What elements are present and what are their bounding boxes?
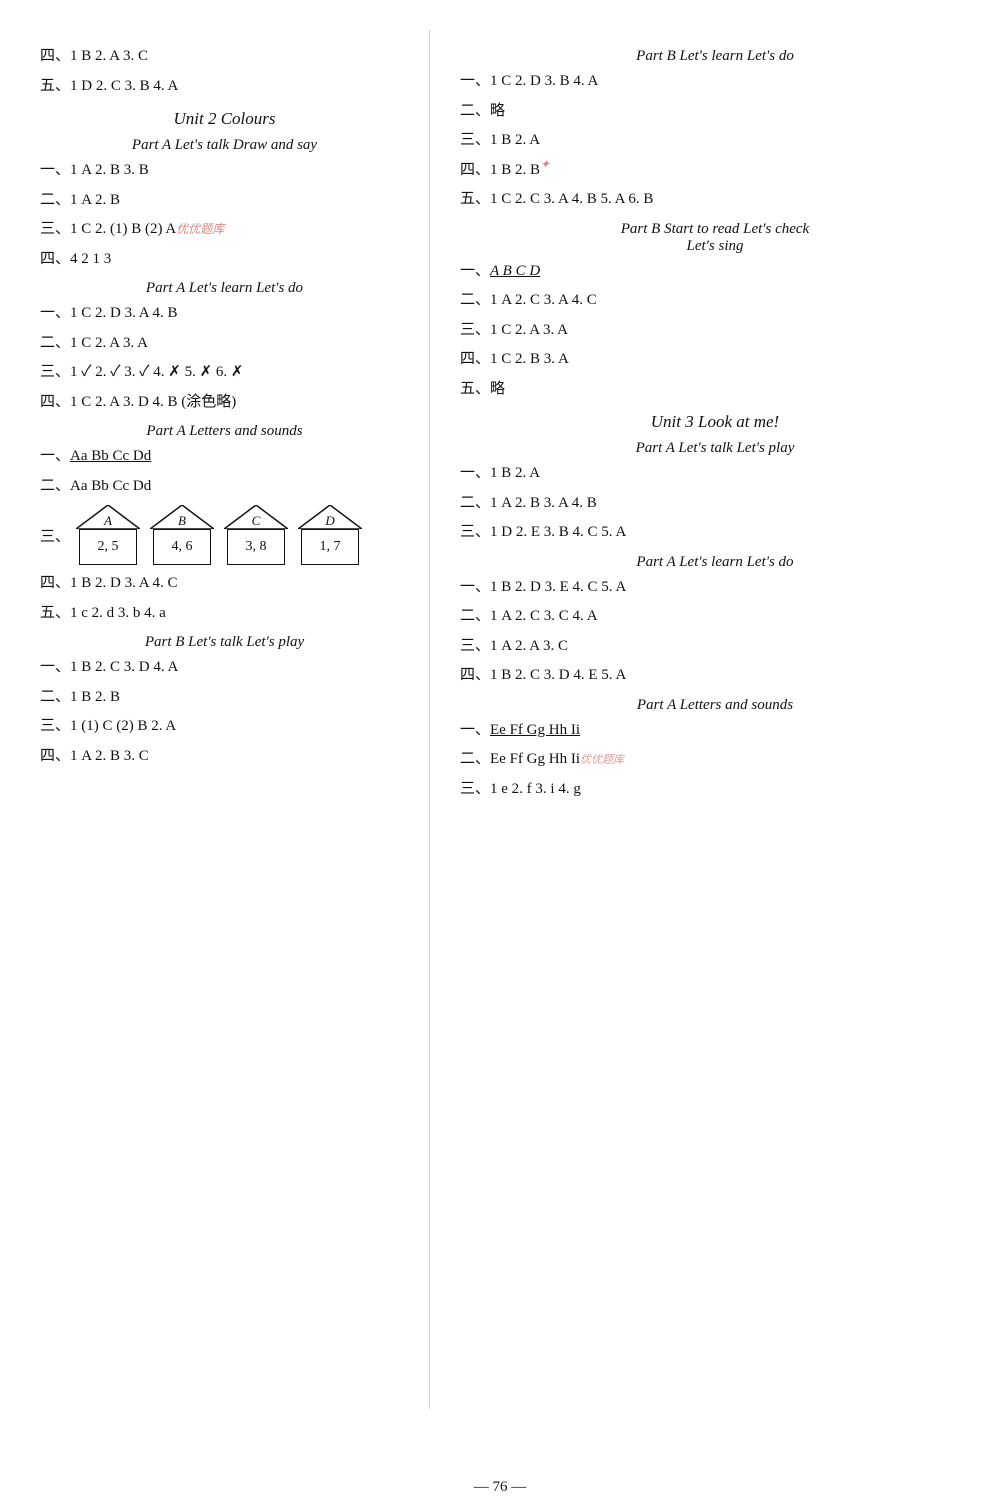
part-a-letters-title: Part A Letters and sounds: [40, 423, 409, 440]
line-si-1b: 四、1 B 2. A 3. C: [40, 44, 409, 70]
pb-talk-3: 三、1 (1) C (2) B 2. A: [40, 714, 409, 740]
house-b: B 4, 6: [150, 505, 214, 565]
house-c: C 3, 8: [224, 505, 288, 565]
letters-1: 一、Aa Bb Cc Dd: [40, 444, 409, 470]
u3-letters-underlined: Ee Ff Gg Hh Ii: [490, 722, 580, 738]
shapes-row: A 2, 5 B 4, 6: [76, 505, 362, 565]
abcd-underlined: A B C D: [490, 263, 540, 279]
box-b-values: 4, 6: [153, 529, 211, 565]
rb-read-5: 五、略: [460, 377, 970, 403]
stamp-1: 优优题库: [176, 219, 224, 239]
part-a-learn-u3-title: Part A Let's learn Let's do: [460, 554, 970, 571]
letters-item-5: 五、1 c 2. d 3. b 4. a: [40, 601, 409, 627]
item-4a: 四、4 2 1 3: [40, 247, 409, 273]
shape-d: D 1, 7: [298, 505, 362, 565]
rb-learn-4: 四、1 B 2. B✦: [460, 158, 970, 184]
box-c-values: 3, 8: [227, 529, 285, 565]
part-a-talk-u3-title: Part A Let's talk Let's play: [460, 440, 970, 457]
letter-a-label: A: [104, 513, 112, 529]
roof-b: B: [150, 505, 214, 529]
u3-learn-4: 四、1 B 2. C 3. D 4. E 5. A: [460, 663, 970, 689]
letter-c-label: C: [252, 513, 261, 529]
learn-1: 一、1 C 2. D 3. A 4. B: [40, 301, 409, 327]
box-d-values: 1, 7: [301, 529, 359, 565]
stamp-3: 优优题库: [580, 751, 624, 770]
u3-learn-2: 二、1 A 2. C 3. C 4. A: [460, 604, 970, 630]
rb-learn-1: 一、1 C 2. D 3. B 4. A: [460, 69, 970, 95]
shapes-label: 三、: [40, 525, 70, 546]
rb-read-1: 一、A B C D: [460, 259, 970, 285]
u3-letters-1: 一、Ee Ff Gg Hh Ii: [460, 718, 970, 744]
u3-talk-2: 二、1 A 2. B 3. A 4. B: [460, 491, 970, 517]
u3-learn-1: 一、1 B 2. D 3. E 4. C 5. A: [460, 575, 970, 601]
learn-4: 四、1 C 2. A 3. D 4. B (涂色略): [40, 390, 409, 416]
page-number: — 76 —: [0, 1479, 1000, 1496]
u3-letters-3: 三、1 e 2. f 3. i 4. g: [460, 777, 970, 803]
house-a: A 2, 5: [76, 505, 140, 565]
box-a-values: 2, 5: [79, 529, 137, 565]
num-label: 五、: [40, 78, 70, 94]
page: 四、1 B 2. A 3. C 五、1 D 2. C 3. B 4. A Uni…: [0, 0, 1000, 1449]
learn-3: 三、1 ✓ 2. ✓ 3. ✓ 4. ✗ 5. ✗ 6. ✗: [40, 360, 409, 386]
unit3-title: Unit 3 Look at me!: [460, 412, 970, 432]
rb-learn-2: 二、略: [460, 99, 970, 125]
unit2-title: Unit 2 Colours: [40, 109, 409, 129]
learn-2: 二、1 C 2. A 3. A: [40, 331, 409, 357]
rb-learn-5: 五、1 C 2. C 3. A 4. B 5. A 6. B: [460, 187, 970, 213]
part-a-learn-title: Part A Let's learn Let's do: [40, 280, 409, 297]
shape-a: A 2, 5: [76, 505, 140, 565]
stamp-2: ✦: [540, 154, 550, 174]
house-d: D 1, 7: [298, 505, 362, 565]
rb-read-2: 二、1 A 2. C 3. A 4. C: [460, 288, 970, 314]
letter-d-label: D: [325, 513, 334, 529]
pb-talk-4: 四、1 A 2. B 3. C: [40, 744, 409, 770]
item-3a: 三、1 C 2. (1) B (2) A优优题库: [40, 217, 409, 243]
line-wu-1d: 五、1 D 2. C 3. B 4. A: [40, 74, 409, 100]
part-a-talk-title: Part A Let's talk Draw and say: [40, 137, 409, 154]
u3-learn-3: 三、1 A 2. A 3. C: [460, 634, 970, 660]
letter-b-label: B: [178, 513, 186, 529]
left-column: 四、1 B 2. A 3. C 五、1 D 2. C 3. B 4. A Uni…: [0, 30, 430, 1409]
pb-talk-2: 二、1 B 2. B: [40, 685, 409, 711]
part-b-read-sub: Let's sing: [460, 238, 970, 255]
pb-talk-1: 一、1 B 2. C 3. D 4. A: [40, 655, 409, 681]
shape-c: C 3, 8: [224, 505, 288, 565]
rb-read-4: 四、1 C 2. B 3. A: [460, 347, 970, 373]
letters-item-4: 四、1 B 2. D 3. A 4. C: [40, 571, 409, 597]
part-a-letters-u3-title: Part A Letters and sounds: [460, 697, 970, 714]
roof-c: C: [224, 505, 288, 529]
part-b-talk-title: Part B Let's talk Let's play: [40, 634, 409, 651]
u3-talk-3: 三、1 D 2. E 3. B 4. C 5. A: [460, 520, 970, 546]
letters-2: 二、Aa Bb Cc Dd: [40, 474, 409, 500]
part-b-read-title: Part B Start to read Let's check: [460, 221, 970, 238]
rb-learn-3: 三、1 B 2. A: [460, 128, 970, 154]
num-label: 四、: [40, 48, 70, 64]
item-1a: 一、1 A 2. B 3. B: [40, 158, 409, 184]
roof-a: A: [76, 505, 140, 529]
rb-read-3: 三、1 C 2. A 3. A: [460, 318, 970, 344]
shape-b: B 4, 6: [150, 505, 214, 565]
letters-underlined: Aa Bb Cc Dd: [70, 448, 151, 464]
u3-talk-1: 一、1 B 2. A: [460, 461, 970, 487]
right-column: Part B Let's learn Let's do 一、1 C 2. D 3…: [430, 30, 1000, 1409]
u3-letters-2: 二、Ee Ff Gg Hh Ii优优题库: [460, 747, 970, 773]
roof-d: D: [298, 505, 362, 529]
item-2a: 二、1 A 2. B: [40, 188, 409, 214]
part-b-learn-title: Part B Let's learn Let's do: [460, 48, 970, 65]
